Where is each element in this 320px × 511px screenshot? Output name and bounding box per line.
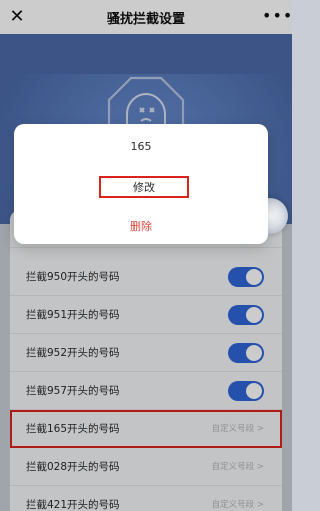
dialog-number: 165 [130,140,152,153]
row-label: 拦截028开头的号码 [26,461,120,473]
row-label: 拦截165开头的号码 [26,423,120,435]
page-title: 骚扰拦截设置 [106,11,185,27]
toggle-knob [246,345,262,361]
row-label: 拦截951开头的号码 [26,309,120,321]
toggle-switch[interactable] [228,267,264,287]
row-label: 拦截950开头的号码 [26,271,120,283]
custom-segment-link[interactable]: 自定义号段 > [212,460,264,472]
row-label: 拦截421开头的号码 [26,499,120,511]
list-item[interactable]: 拦截028开头的号码 自定义号段 > [10,448,282,486]
delete-button[interactable]: 删除 [14,218,268,234]
close-icon[interactable]: ✕ [6,6,28,28]
toggle-switch[interactable] [228,343,264,363]
toggle-knob [246,307,262,323]
toggle-knob [246,269,262,285]
row-label: 拦截952开头的号码 [26,347,120,359]
top-bar: ✕ 骚扰拦截设置 ••• [0,0,292,34]
list-item: 拦截951开头的号码 [10,296,282,334]
settings-panel: 拦截950开头的号码 拦截950开头的号码 拦截951开头的号码 拦截952开头… [10,210,282,511]
custom-segment-link[interactable]: 自定义号段 > [212,498,264,510]
more-icon[interactable]: ••• [262,5,292,27]
list-item[interactable]: 拦截165开头的号码 自定义号段 > [10,410,282,448]
toggle-switch[interactable] [228,381,264,401]
action-dialog: 165 修改 删除 [14,124,268,244]
toggle-knob [246,383,262,399]
list-item: 拦截952开头的号码 [10,334,282,372]
list-item[interactable]: 拦截421开头的号码 自定义号段 > [10,486,282,511]
custom-segment-link[interactable]: 自定义号段 > [212,422,264,434]
edit-button[interactable]: 修改 [99,176,189,198]
row-label: 拦截957开头的号码 [26,385,120,397]
list-item: 拦截957开头的号码 [10,372,282,410]
toggle-switch[interactable] [228,305,264,325]
list-item: 拦截950开头的号码 [10,258,282,296]
